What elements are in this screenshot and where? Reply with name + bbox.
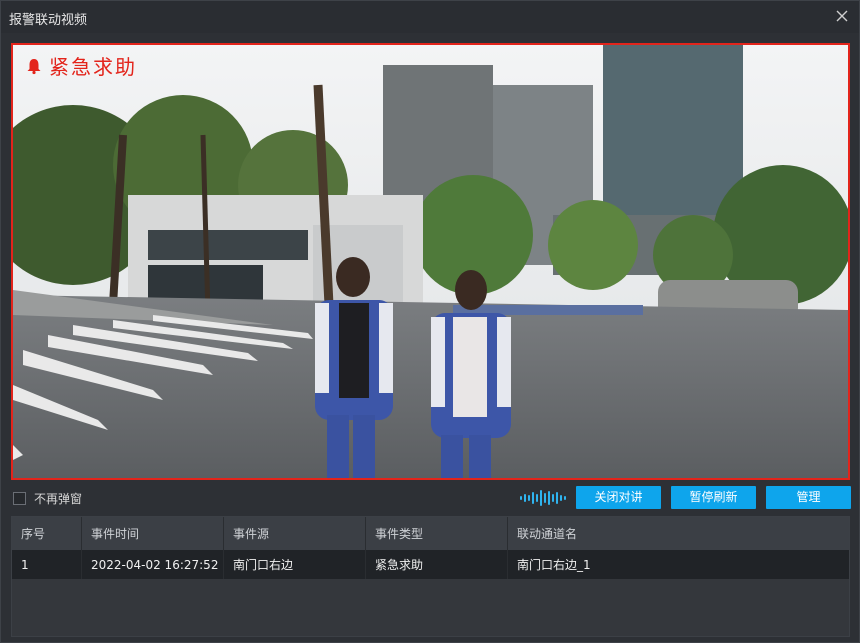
audio-wave-icon bbox=[519, 489, 567, 510]
close-icon[interactable] bbox=[833, 7, 851, 25]
header-event-source[interactable]: 事件源 bbox=[224, 517, 366, 550]
table-row[interactable]: 1 2022-04-02 16:27:52 南门口右边 紧急求助 南门口右边_1 bbox=[12, 550, 849, 579]
no-popup-checkbox[interactable] bbox=[13, 492, 26, 505]
window-title: 报警联动视频 bbox=[9, 13, 88, 28]
header-event-type[interactable]: 事件类型 bbox=[366, 517, 508, 550]
table-header: 序号 事件时间 事件源 事件类型 联动通道名 bbox=[12, 517, 849, 550]
alarm-video-window: 报警联动视频 紧急求助 不再弹窗 关闭对讲 暂停刷新 管理 序号 事件时间 事件… bbox=[0, 0, 860, 643]
cell-event-type: 紧急求助 bbox=[366, 550, 508, 579]
no-popup-option[interactable]: 不再弹窗 bbox=[13, 490, 82, 507]
header-event-time[interactable]: 事件时间 bbox=[82, 517, 224, 550]
title-bar: 报警联动视频 bbox=[1, 1, 859, 33]
cell-index: 1 bbox=[12, 550, 82, 579]
alarm-tag: 紧急求助 bbox=[25, 51, 137, 80]
pause-refresh-button[interactable]: 暂停刷新 bbox=[671, 486, 756, 509]
camera-frame bbox=[13, 45, 848, 478]
close-talk-button[interactable]: 关闭对讲 bbox=[576, 486, 661, 509]
manage-button[interactable]: 管理 bbox=[766, 486, 851, 509]
header-channel-name[interactable]: 联动通道名 bbox=[508, 517, 849, 550]
no-popup-label: 不再弹窗 bbox=[34, 492, 83, 506]
control-bar: 不再弹窗 关闭对讲 暂停刷新 管理 bbox=[11, 485, 851, 511]
cell-event-source: 南门口右边 bbox=[224, 550, 366, 579]
event-table: 序号 事件时间 事件源 事件类型 联动通道名 1 2022-04-02 16:2… bbox=[11, 516, 850, 637]
cell-event-time: 2022-04-02 16:27:52 bbox=[82, 550, 224, 579]
alarm-label: 紧急求助 bbox=[49, 55, 137, 79]
bell-icon bbox=[25, 57, 43, 75]
cell-channel-name: 南门口右边_1 bbox=[517, 558, 591, 572]
header-index[interactable]: 序号 bbox=[12, 517, 82, 550]
video-player[interactable]: 紧急求助 bbox=[11, 43, 850, 480]
